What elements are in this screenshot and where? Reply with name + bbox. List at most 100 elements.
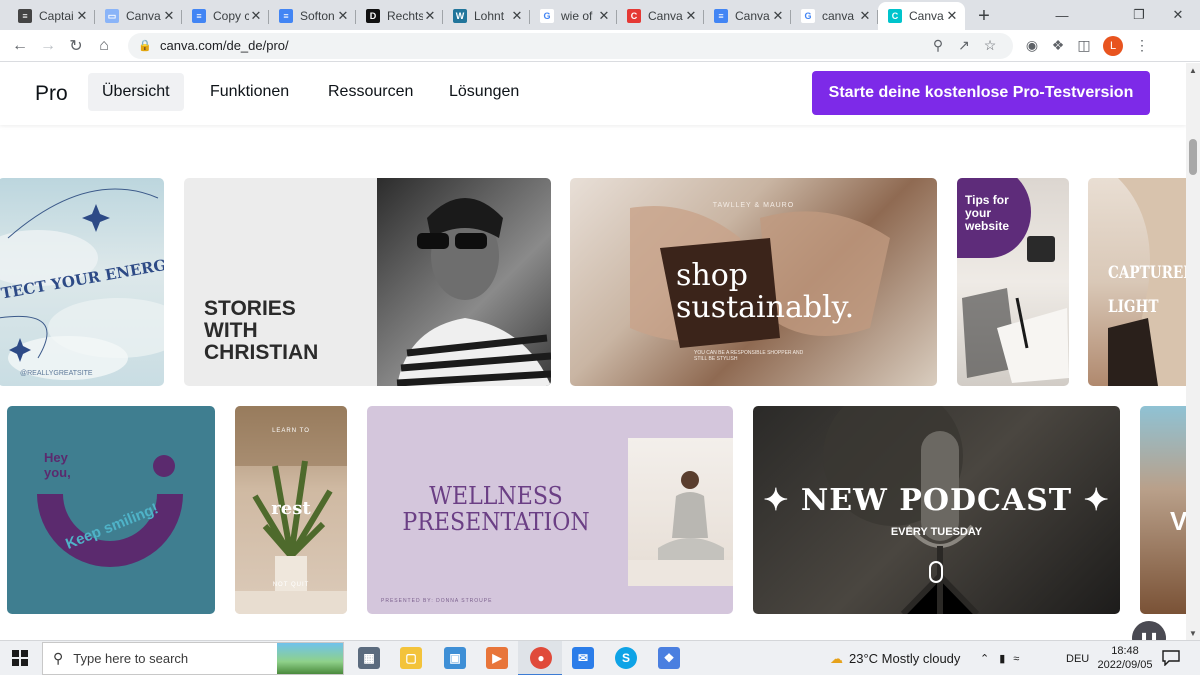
scroll-down-icon[interactable]: ▼	[1186, 626, 1200, 640]
template-text: CAPTURED LIGHT	[1108, 263, 1186, 317]
bookmark-star-icon[interactable]: ☆	[977, 37, 1003, 54]
tab-close-icon[interactable]: ✕	[858, 8, 872, 24]
template-captured-light[interactable]: CAPTURED LIGHT	[1088, 178, 1186, 386]
browser-tab[interactable]: Gcanva ✕	[791, 2, 878, 30]
top-navigation: Pro Übersicht Funktionen Ressourcen Lösu…	[0, 63, 1186, 125]
side-panel-icon[interactable]: ◫	[1071, 37, 1097, 54]
nav-solutions[interactable]: Lösungen	[435, 73, 533, 111]
tab-close-icon[interactable]: ✕	[510, 8, 524, 24]
tab-favicon-icon: ≡	[279, 9, 293, 23]
tab-title: Canva	[909, 9, 944, 23]
file-explorer-icon[interactable]: ▢	[400, 647, 422, 669]
browser-tab[interactable]: Gwie of ✕	[530, 2, 617, 30]
tab-close-icon[interactable]: ✕	[75, 8, 89, 24]
browser-tab[interactable]: W Lohnt ✕	[443, 2, 530, 30]
extension-robot-icon[interactable]: ◉	[1019, 37, 1045, 54]
app-icon[interactable]: ▣	[444, 647, 466, 669]
template-text: shop sustainably.	[676, 258, 855, 325]
template-bottom-text: NOT QUIT	[272, 582, 310, 588]
notification-icon[interactable]	[1162, 650, 1180, 667]
browser-tab[interactable]: ≡ Copy c ✕	[182, 2, 269, 30]
chevron-up-icon[interactable]: ⌃	[980, 652, 989, 665]
tab-favicon-icon: C	[888, 9, 902, 23]
browser-tab[interactable]: C Canva ✕	[878, 2, 965, 30]
media-player-icon[interactable]: ▶	[486, 647, 508, 669]
scroll-thumb[interactable]	[1189, 139, 1197, 175]
brand-pro[interactable]: Pro	[35, 82, 68, 106]
browser-tab-strip: ≡ Captai ✕ ▭ Canva ✕ ≡ Copy c ✕ ≡ Softon ✕ D Rechts ✕ W…	[0, 0, 1200, 30]
forward-icon[interactable]: →	[34, 32, 62, 60]
home-icon[interactable]: ⌂	[90, 32, 118, 60]
battery-icon[interactable]: ▮	[999, 652, 1005, 665]
tab-close-icon[interactable]: ✕	[162, 8, 176, 24]
browser-tab[interactable]: C Canva ✕	[617, 2, 704, 30]
skype-icon[interactable]: S	[615, 647, 637, 669]
browser-tab[interactable]: ≡ Canva ✕	[704, 2, 791, 30]
tray-icons[interactable]: ⌃ ▮ ≈	[980, 641, 1027, 675]
nav-overview[interactable]: Übersicht	[88, 73, 184, 111]
back-icon[interactable]: ←	[6, 32, 34, 60]
tab-close-icon[interactable]: ✕	[597, 8, 611, 24]
nav-features[interactable]: Funktionen	[196, 73, 303, 111]
template-new-podcast[interactable]: ✦ NEW PODCAST ✦ EVERY TUESDAY	[753, 406, 1120, 614]
canva-pro-page: Pro Übersicht Funktionen Ressourcen Lösu…	[0, 63, 1186, 640]
calculator-icon[interactable]: ▦	[358, 647, 380, 669]
new-tab-button[interactable]: +	[969, 2, 999, 30]
address-bar[interactable]: 🔒 canva.com/de_de/pro/ ⚲ ↗ ☆	[128, 32, 1013, 59]
vertical-scrollbar[interactable]: ▲ ▼	[1186, 63, 1200, 640]
clock[interactable]: 18:48 2022/09/05	[1096, 644, 1154, 672]
reload-icon[interactable]: ↻	[62, 32, 90, 60]
scroll-up-icon[interactable]: ▲	[1186, 63, 1200, 77]
windows-start-icon[interactable]	[12, 650, 28, 666]
menu-kebab-icon[interactable]: ⋮	[1129, 37, 1155, 54]
share-icon[interactable]: ↗	[951, 37, 977, 54]
template-subtext: @REALLYGREATSITE	[20, 370, 93, 377]
meditation-photo	[628, 438, 733, 586]
tab-close-icon[interactable]: ✕	[684, 8, 698, 24]
template-partial[interactable]: V	[1140, 406, 1186, 614]
restore-icon[interactable]: ❐	[1117, 0, 1161, 30]
template-stories-with-christian[interactable]: STORIES WITH CHRISTIAN	[184, 178, 551, 386]
extensions-puzzle-icon[interactable]: ❖	[1045, 37, 1071, 54]
portrait-photo	[377, 178, 551, 386]
template-protect-your-energy[interactable]: TECT YOUR ENERGY @REALLYGREATSITE	[0, 178, 164, 386]
tab-close-icon[interactable]: ✕	[945, 8, 959, 24]
browser-tab[interactable]: ≡ Softon ✕	[269, 2, 356, 30]
template-wellness-presentation[interactable]: WELLNESS PRESENTATION PRESENTED BY: DONN…	[367, 406, 733, 614]
windows-taskbar: ⚲ Type here to search ▦ ▢ ▣ ▶ ● ✉ S ❖ ☁ …	[0, 640, 1200, 675]
template-brand: TAWLLEY & MAURO	[712, 202, 795, 209]
template-text: rest	[271, 498, 311, 519]
weather-text: 23°C Mostly cloudy	[849, 651, 961, 666]
template-text: ✦ NEW PODCAST ✦	[753, 483, 1120, 518]
browser-tab[interactable]: ▭ Canva ✕	[95, 2, 182, 30]
tab-close-icon[interactable]: ✕	[336, 8, 350, 24]
template-text: WELLNESS PRESENTATION	[402, 482, 590, 536]
tab-close-icon[interactable]: ✕	[423, 8, 437, 24]
tab-favicon-icon: C	[627, 9, 641, 23]
mail-icon[interactable]: ✉	[572, 647, 594, 669]
nav-resources[interactable]: Ressourcen	[314, 73, 427, 111]
tab-favicon-icon: G	[801, 9, 815, 23]
browser-tab[interactable]: D Rechts ✕	[356, 2, 443, 30]
template-keep-smiling[interactable]: Hey you, Keep smiling!	[7, 406, 215, 614]
app-icon[interactable]: ❖	[658, 647, 680, 669]
language-indicator[interactable]: DEU	[1066, 641, 1089, 675]
browser-tab[interactable]: ≡ Captai ✕	[8, 2, 95, 30]
weather-widget[interactable]: ☁ 23°C Mostly cloudy	[830, 641, 960, 675]
profile-avatar[interactable]: L	[1103, 35, 1123, 56]
zoom-icon[interactable]: ⚲	[925, 37, 951, 54]
wifi-icon[interactable]: ≈	[1013, 653, 1019, 665]
sparkle-icon: ✦	[1072, 483, 1110, 518]
help-chat-icon[interactable]: ❚❚	[1132, 621, 1166, 640]
chrome-icon[interactable]: ●	[530, 647, 552, 669]
tab-close-icon[interactable]: ✕	[771, 8, 785, 24]
start-trial-button[interactable]: Starte deine kostenlose Pro-Testversion	[812, 71, 1150, 115]
template-rest[interactable]: LEARN TO rest NOT QUIT	[235, 406, 347, 614]
taskbar-search[interactable]: ⚲ Type here to search	[42, 642, 344, 675]
close-window-icon[interactable]: ✕	[1156, 0, 1200, 30]
tab-title: Lohnt	[474, 9, 505, 23]
template-tips-for-website[interactable]: Tips for your website	[957, 178, 1069, 386]
template-shop-sustainably[interactable]: TAWLLEY & MAURO shop sustainably. YOU CA…	[570, 178, 937, 386]
minimize-icon[interactable]: —	[1040, 0, 1084, 30]
tab-close-icon[interactable]: ✕	[249, 8, 263, 24]
